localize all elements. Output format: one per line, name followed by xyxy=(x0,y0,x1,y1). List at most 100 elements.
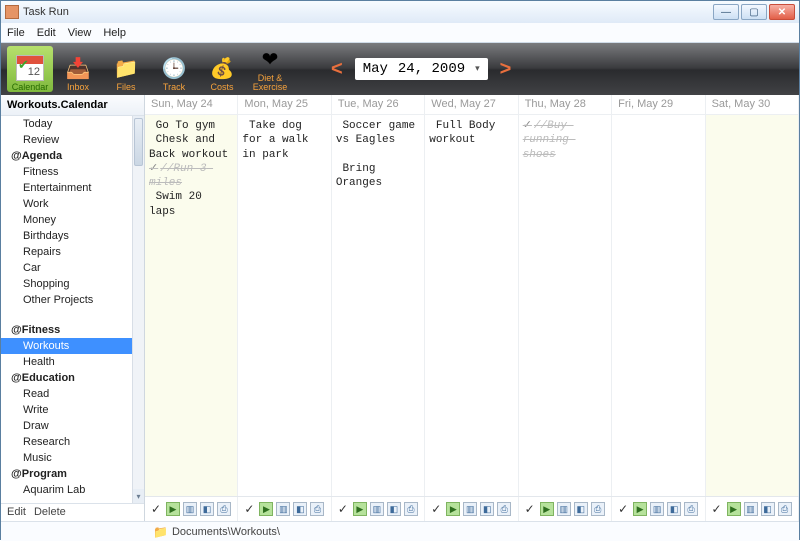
task-line[interactable]: Take dog for a walk in park xyxy=(242,119,326,162)
chevron-down-icon[interactable]: ▾ xyxy=(475,64,480,74)
task-line[interactable]: //Run 3 miles xyxy=(149,162,233,191)
sidebar-item-repairs[interactable]: Repairs xyxy=(1,244,144,260)
scroll-down-button[interactable]: ▾ xyxy=(133,489,144,503)
edit-button[interactable]: Edit xyxy=(7,506,26,519)
print-icon[interactable]: ⎙ xyxy=(404,502,418,516)
play-icon[interactable]: ▶ xyxy=(166,502,180,516)
play-icon[interactable]: ▶ xyxy=(633,502,647,516)
sidebar-item-money[interactable]: Money xyxy=(1,212,144,228)
calendar-icon: ✔12 xyxy=(15,54,45,82)
next-week-button[interactable]: > xyxy=(496,58,516,81)
sidebar-item-write[interactable]: Write xyxy=(1,402,144,418)
check-icon[interactable]: ✓ xyxy=(523,502,537,516)
menu-help[interactable]: Help xyxy=(103,27,126,39)
sidebar-item-other-projects[interactable]: Other Projects xyxy=(1,292,144,308)
task-line[interactable]: Full Body workout xyxy=(429,119,513,148)
sidebar-item--program[interactable]: @Program xyxy=(1,466,144,482)
split-icon[interactable]: ◧ xyxy=(574,502,588,516)
window-icon[interactable]: ▥ xyxy=(370,502,384,516)
toolbar-track-button[interactable]: 🕒Track xyxy=(151,46,197,92)
play-icon[interactable]: ▶ xyxy=(353,502,367,516)
print-icon[interactable]: ⎙ xyxy=(778,502,792,516)
play-icon[interactable]: ▶ xyxy=(540,502,554,516)
window-icon[interactable]: ▥ xyxy=(183,502,197,516)
print-icon[interactable]: ⎙ xyxy=(591,502,605,516)
window-icon[interactable]: ▥ xyxy=(463,502,477,516)
split-icon[interactable]: ◧ xyxy=(761,502,775,516)
task-line[interactable] xyxy=(336,148,420,162)
window-icon[interactable]: ▥ xyxy=(744,502,758,516)
sidebar-item--agenda[interactable]: @Agenda xyxy=(1,148,144,164)
check-icon[interactable]: ✓ xyxy=(149,502,163,516)
check-icon[interactable]: ✓ xyxy=(336,502,350,516)
task-line[interactable]: Soccer game vs Eagles xyxy=(336,119,420,148)
day-column[interactable]: Go To gymChesk and Back workout//Run 3 m… xyxy=(145,115,238,496)
sidebar-item-review[interactable]: Review xyxy=(1,132,144,148)
print-icon[interactable]: ⎙ xyxy=(217,502,231,516)
delete-button[interactable]: Delete xyxy=(34,506,66,519)
task-line[interactable]: Chesk and Back workout xyxy=(149,133,233,162)
split-icon[interactable]: ◧ xyxy=(200,502,214,516)
scroll-thumb[interactable] xyxy=(134,118,143,166)
toolbar-calendar-button[interactable]: ✔12Calendar xyxy=(7,46,53,92)
maximize-button[interactable]: ▢ xyxy=(741,4,767,20)
toolbar-inbox-button[interactable]: 📥Inbox xyxy=(55,46,101,92)
menu-file[interactable]: File xyxy=(7,27,25,39)
sidebar-item--fitness[interactable]: @Fitness xyxy=(1,322,144,338)
sidebar-item-fitness[interactable]: Fitness xyxy=(1,164,144,180)
print-icon[interactable]: ⎙ xyxy=(684,502,698,516)
day-column[interactable]: Soccer game vs Eagles Bring Oranges xyxy=(332,115,425,496)
sidebar-item-music[interactable]: Music xyxy=(1,450,144,466)
split-icon[interactable]: ◧ xyxy=(293,502,307,516)
play-icon[interactable]: ▶ xyxy=(727,502,741,516)
play-icon[interactable]: ▶ xyxy=(446,502,460,516)
toolbar-diet-button[interactable]: ❤Diet & Exercise xyxy=(247,46,293,92)
minimize-button[interactable]: — xyxy=(713,4,739,20)
sidebar-scrollbar[interactable]: ▴ ▾ xyxy=(132,116,144,503)
day-column[interactable]: Take dog for a walk in park xyxy=(238,115,331,496)
sidebar-item-research[interactable]: Research xyxy=(1,434,144,450)
sidebar-item-birthdays[interactable]: Birthdays xyxy=(1,228,144,244)
sidebar-item-aquarim-lab[interactable]: Aquarim Lab xyxy=(1,482,144,498)
check-icon[interactable]: ✓ xyxy=(616,502,630,516)
sidebar-item-entertainment[interactable]: Entertainment xyxy=(1,180,144,196)
split-icon[interactable]: ◧ xyxy=(387,502,401,516)
menu-edit[interactable]: Edit xyxy=(37,27,56,39)
day-column[interactable] xyxy=(706,115,799,496)
check-icon[interactable]: ✓ xyxy=(429,502,443,516)
day-column[interactable]: Full Body workout xyxy=(425,115,518,496)
sidebar-item-today[interactable]: Today xyxy=(1,116,144,132)
toolbar-costs-button[interactable]: 💰Costs xyxy=(199,46,245,92)
sidebar-item-read[interactable]: Read xyxy=(1,386,144,402)
close-button[interactable]: ✕ xyxy=(769,4,795,20)
sidebar-item--education[interactable]: @Education xyxy=(1,370,144,386)
window-icon[interactable]: ▥ xyxy=(276,502,290,516)
menu-view[interactable]: View xyxy=(68,27,92,39)
toolbar-label: Calendar xyxy=(12,83,49,92)
day-column[interactable]: //Buy running shoes xyxy=(519,115,612,496)
sidebar-item-draw[interactable]: Draw xyxy=(1,418,144,434)
date-picker[interactable]: May 24, 2009 ▾ xyxy=(355,58,488,80)
prev-week-button[interactable]: < xyxy=(327,58,347,81)
check-icon[interactable]: ✓ xyxy=(242,502,256,516)
play-icon[interactable]: ▶ xyxy=(259,502,273,516)
sidebar-item-health[interactable]: Health xyxy=(1,354,144,370)
print-icon[interactable]: ⎙ xyxy=(310,502,324,516)
sidebar-item-work[interactable]: Work xyxy=(1,196,144,212)
split-icon[interactable]: ◧ xyxy=(480,502,494,516)
sidebar: Workouts.Calendar TodayReview@AgendaFitn… xyxy=(1,95,145,521)
window-icon[interactable]: ▥ xyxy=(650,502,664,516)
task-line[interactable]: Go To gym xyxy=(149,119,233,133)
task-line[interactable]: //Buy running shoes xyxy=(523,119,607,162)
split-icon[interactable]: ◧ xyxy=(667,502,681,516)
print-icon[interactable]: ⎙ xyxy=(497,502,511,516)
sidebar-item-car[interactable]: Car xyxy=(1,260,144,276)
check-icon[interactable]: ✓ xyxy=(710,502,724,516)
task-line[interactable]: Bring Oranges xyxy=(336,162,420,191)
sidebar-item-shopping[interactable]: Shopping xyxy=(1,276,144,292)
sidebar-item-workouts[interactable]: Workouts xyxy=(1,338,144,354)
toolbar-files-button[interactable]: 📁Files xyxy=(103,46,149,92)
task-line[interactable]: Swim 20 laps xyxy=(149,190,233,219)
window-icon[interactable]: ▥ xyxy=(557,502,571,516)
day-column[interactable] xyxy=(612,115,705,496)
